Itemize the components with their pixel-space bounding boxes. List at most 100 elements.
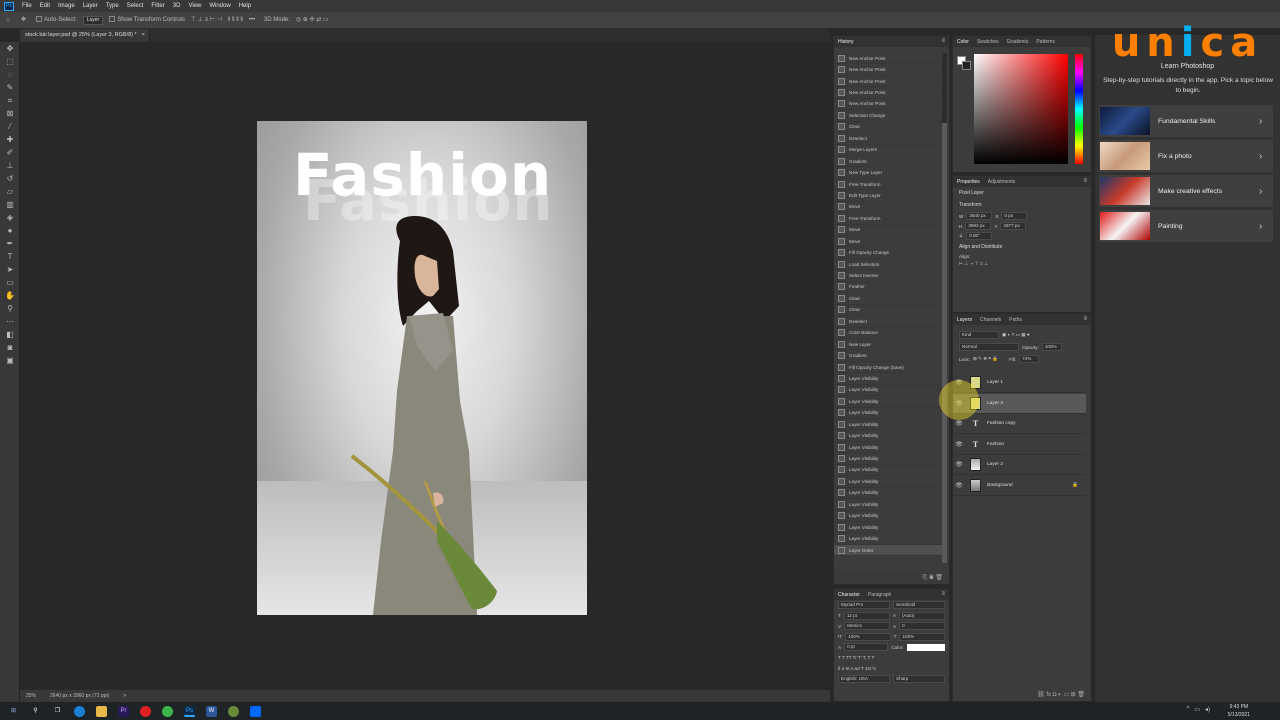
windows-start-icon[interactable]: ⊞ bbox=[8, 706, 19, 717]
mask-icon[interactable]: ◘ bbox=[1053, 692, 1057, 698]
opentype-buttons[interactable]: fi ơ st A ad T 1st ½ bbox=[834, 663, 949, 674]
pen-tool-icon[interactable]: ✒ bbox=[0, 237, 20, 250]
baseline-field[interactable]: 0 pt bbox=[844, 643, 889, 652]
background-color-swatch[interactable] bbox=[962, 61, 971, 70]
history-item[interactable]: Feather bbox=[834, 282, 942, 294]
crop-tool-icon[interactable]: ⌗ bbox=[0, 94, 20, 107]
marquee-tool-icon[interactable]: ⬚ bbox=[0, 55, 20, 68]
layer-name[interactable]: Fashion copy bbox=[987, 421, 1016, 426]
lasso-tool-icon[interactable]: ◌ bbox=[0, 68, 20, 81]
history-item[interactable]: Color Balance bbox=[834, 328, 942, 339]
system-tray[interactable]: ^ ▭ ◂) bbox=[1186, 706, 1210, 713]
history-item[interactable]: Layer Visibility bbox=[834, 408, 942, 419]
history-item[interactable]: Layer Visibility bbox=[834, 419, 942, 431]
history-item[interactable]: Layer Visibility bbox=[834, 511, 942, 522]
status-arrow-button[interactable]: > bbox=[123, 690, 126, 702]
history-item[interactable]: Load Selection bbox=[834, 259, 942, 271]
taskbar-clock[interactable]: 9:43 PM 5/13/2021 bbox=[1228, 703, 1250, 719]
shape-tool-icon[interactable]: ▭ bbox=[0, 276, 20, 289]
history-item[interactable]: Layer Visibility bbox=[834, 476, 942, 488]
lock-icons[interactable]: ⊠ ✎ ✥ ⌗ 🔒 bbox=[973, 356, 998, 362]
menu-file[interactable]: File bbox=[18, 3, 36, 9]
brush-tool-icon[interactable]: ✐ bbox=[0, 146, 20, 159]
menu-select[interactable]: Select bbox=[123, 3, 148, 9]
history-item[interactable]: Move bbox=[834, 202, 942, 214]
card-creative-effects[interactable]: Make creative effects › bbox=[1099, 175, 1273, 207]
history-item[interactable]: Fill Opacity Change (Save) bbox=[834, 362, 942, 374]
color-picker-field[interactable] bbox=[974, 54, 1068, 164]
quick-mask-icon[interactable]: ◙ bbox=[0, 341, 20, 354]
history-item[interactable]: Layer Visibility bbox=[834, 499, 942, 511]
history-item[interactable]: Fill Opacity Change bbox=[834, 247, 942, 259]
history-item[interactable]: Clear bbox=[834, 122, 942, 134]
tab-swatches[interactable]: Swatches bbox=[977, 39, 999, 45]
history-item[interactable]: Clear bbox=[834, 293, 942, 305]
leading-field[interactable]: (Auto) bbox=[898, 611, 946, 620]
history-item[interactable]: Layer Visibility bbox=[834, 373, 942, 385]
card-painting[interactable]: Painting › bbox=[1099, 210, 1273, 242]
file-explorer-icon[interactable] bbox=[96, 705, 107, 717]
history-item[interactable]: New Anchor Point bbox=[834, 53, 942, 65]
font-family-select[interactable]: Myriad Pro bbox=[838, 601, 890, 610]
chevron-up-icon[interactable]: ^ bbox=[1186, 706, 1189, 713]
height-field[interactable]: 3983 px bbox=[965, 222, 992, 230]
angle-field[interactable]: 0.00° bbox=[966, 232, 993, 240]
history-item[interactable]: Move bbox=[834, 236, 942, 248]
history-item[interactable]: Layer Visibility bbox=[834, 488, 942, 500]
history-item[interactable]: New Anchor Point bbox=[834, 76, 942, 88]
move-tool-icon[interactable]: ✥ bbox=[0, 42, 20, 55]
language-select[interactable]: English: USA bbox=[838, 674, 890, 683]
menu-help[interactable]: Help bbox=[235, 3, 255, 9]
layer-name[interactable]: Layer 3 bbox=[987, 401, 1003, 406]
eyedropper-tool-icon[interactable]: ⁄ bbox=[0, 120, 20, 133]
network-icon[interactable]: ▭ bbox=[1194, 706, 1200, 713]
tab-adjustments[interactable]: Adjustments bbox=[988, 179, 1016, 185]
screen-mode-icon[interactable]: ▣ bbox=[0, 354, 20, 367]
history-item[interactable]: New Anchor Point bbox=[834, 64, 942, 76]
blend-mode-select[interactable]: Normal bbox=[959, 343, 1019, 351]
dodge-tool-icon[interactable]: ● bbox=[0, 224, 20, 237]
history-item[interactable]: Clear bbox=[834, 305, 942, 317]
blur-tool-icon[interactable]: ◈ bbox=[0, 211, 20, 224]
history-item[interactable]: Deselect bbox=[834, 133, 942, 145]
hue-slider[interactable] bbox=[1075, 54, 1083, 164]
panel-menu-icon[interactable]: ≡ bbox=[941, 36, 945, 46]
eraser-tool-icon[interactable]: ▱ bbox=[0, 185, 20, 198]
opacity-field[interactable]: 100% bbox=[1041, 343, 1062, 351]
transform-section-title[interactable]: Transform bbox=[953, 199, 1091, 211]
panel-menu-icon[interactable]: ≡ bbox=[1083, 176, 1087, 186]
fx-icon[interactable]: fx bbox=[1046, 692, 1051, 698]
history-item[interactable]: Deselect bbox=[834, 316, 942, 328]
antialias-select[interactable]: Sharp bbox=[893, 674, 945, 683]
history-scrollbar[interactable] bbox=[942, 53, 947, 563]
x-field[interactable]: 0 px bbox=[1001, 212, 1028, 220]
move-tool-icon[interactable]: ✥ bbox=[21, 16, 30, 25]
healing-tool-icon[interactable]: ✚ bbox=[0, 133, 20, 146]
snapshot-icon[interactable]: ◉ bbox=[929, 575, 934, 581]
task-view-icon[interactable]: ❐ bbox=[52, 706, 63, 717]
layer-name[interactable]: Fashion bbox=[987, 442, 1004, 447]
type-style-buttons[interactable]: T T TT Tr T' T, T T bbox=[834, 653, 949, 664]
align-icons[interactable]: ⊤ ⊥ ≡ ⊢ ⊣ bbox=[191, 16, 222, 25]
more-tools-icon[interactable]: ⋯ bbox=[0, 315, 20, 328]
history-item[interactable]: Gradient bbox=[834, 350, 942, 362]
text-color-swatch[interactable] bbox=[906, 643, 945, 651]
align-buttons[interactable]: ⊢ ⊥ ⊣ ⊤ ≡ ⊥ bbox=[953, 260, 1091, 268]
tab-paths[interactable]: Paths bbox=[1009, 317, 1022, 323]
path-select-icon[interactable]: ➤ bbox=[0, 263, 20, 276]
adjustment-icon[interactable]: ◐ bbox=[1058, 692, 1062, 698]
layer-row[interactable]: 👁 Layer 2 bbox=[953, 455, 1086, 476]
tab-layers[interactable]: Layers bbox=[957, 317, 972, 323]
photoshop-taskbar-icon[interactable]: Ps bbox=[184, 705, 195, 717]
history-item[interactable]: Free Transform bbox=[834, 213, 942, 225]
tab-color[interactable]: Color bbox=[957, 39, 969, 45]
tab-gradients[interactable]: Gradients bbox=[1007, 39, 1029, 45]
tracking-field[interactable]: 0 bbox=[899, 622, 945, 631]
premiere-icon[interactable]: Pr bbox=[118, 705, 129, 717]
history-item[interactable]: Free Transform bbox=[834, 179, 942, 191]
history-item[interactable]: Layer Order bbox=[834, 544, 942, 557]
history-item[interactable]: New Type Layer bbox=[834, 167, 942, 179]
home-icon[interactable]: ⌂ bbox=[6, 16, 15, 25]
layer-filter-select[interactable]: Kind bbox=[959, 331, 999, 339]
tab-history[interactable]: History bbox=[838, 39, 854, 45]
